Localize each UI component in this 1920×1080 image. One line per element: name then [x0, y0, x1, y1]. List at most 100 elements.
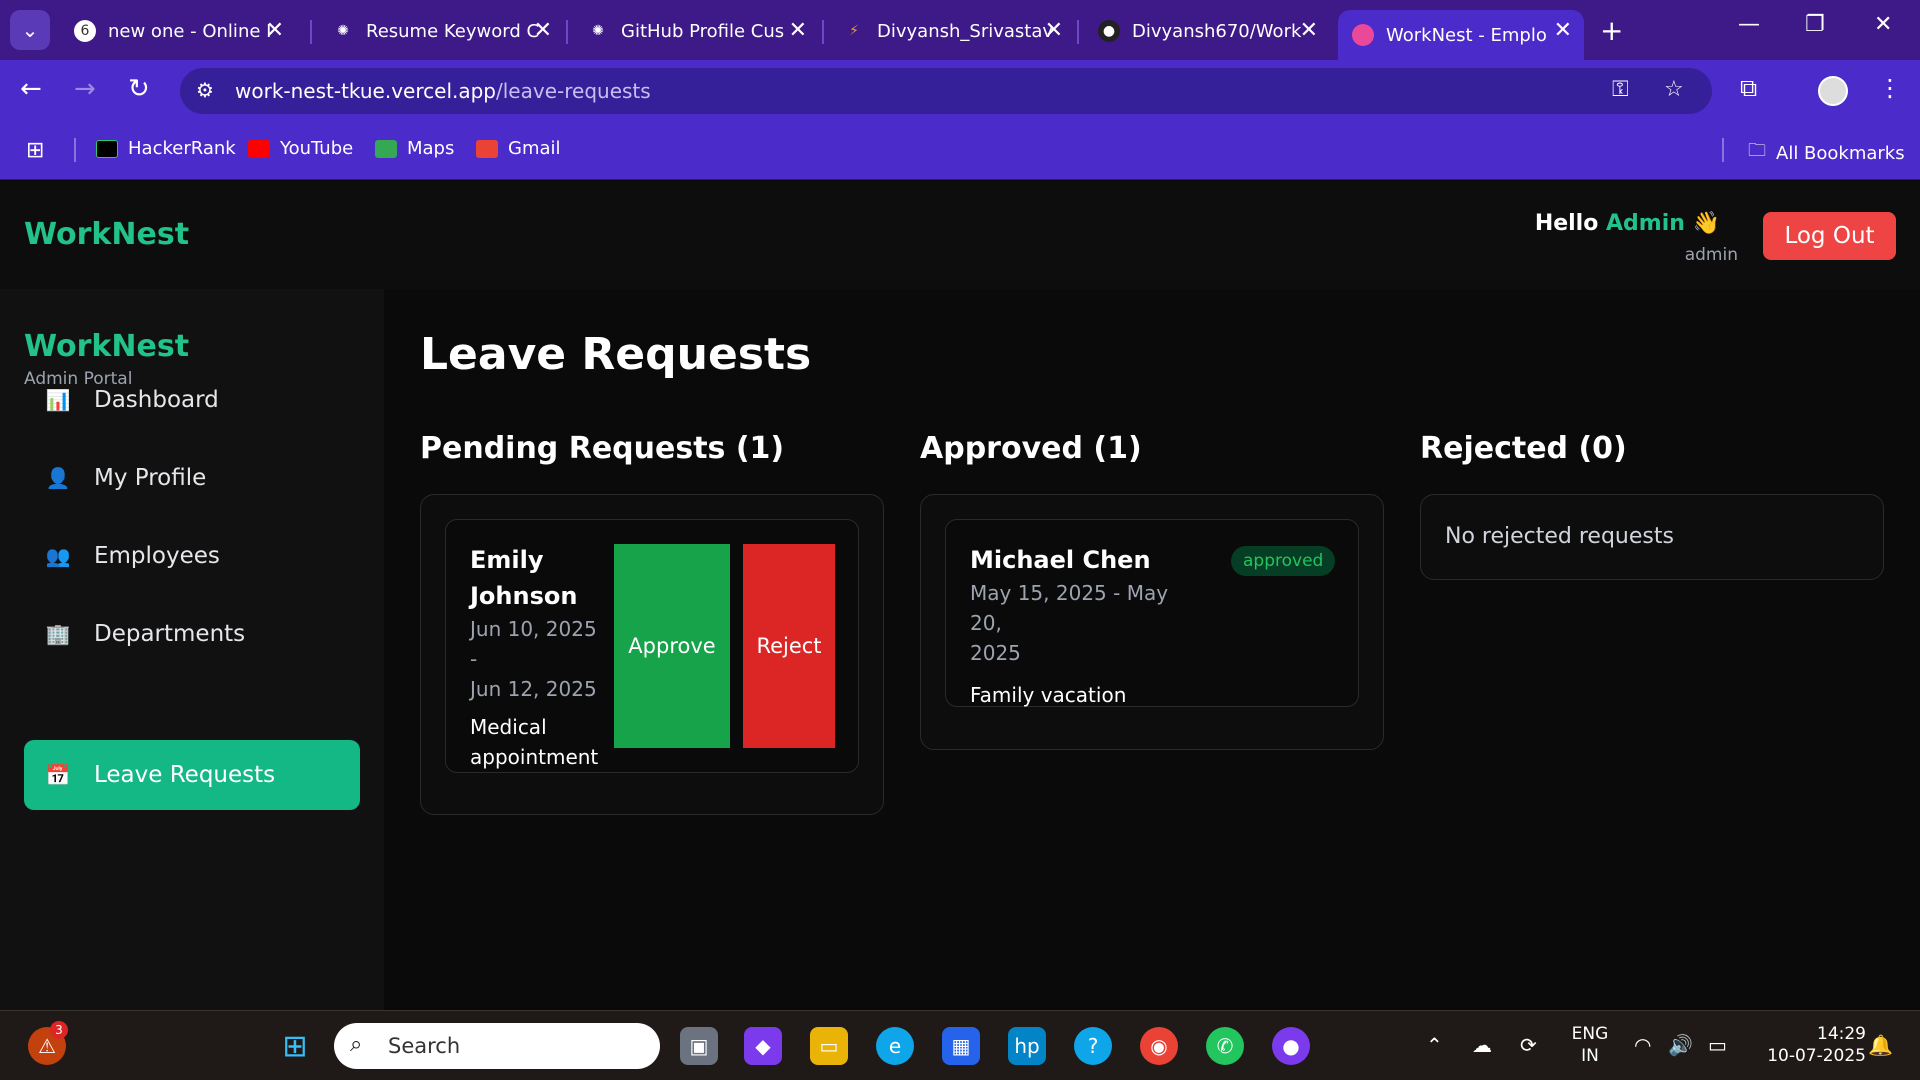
url-text[interactable]: work-nest-tkue.vercel.app/leave-requests [235, 79, 651, 103]
person-icon: 👤 [45, 466, 71, 490]
greeting-prefix: Hello [1534, 211, 1599, 236]
leave-reason: Medical [470, 715, 547, 739]
approve-button[interactable]: Approve [614, 544, 730, 748]
rejected-column-title: Rejected (0) [1420, 431, 1627, 466]
chevron-down-icon: ⌄ [21, 18, 39, 42]
volume-icon[interactable]: 🔊 [1668, 1033, 1693, 1057]
github-desktop-icon[interactable]: ● [1272, 1027, 1310, 1065]
file-explorer-icon[interactable]: ▭ [810, 1027, 848, 1065]
leave-dates: Jun 12, 2025 [470, 677, 597, 701]
close-icon[interactable]: ✕ [789, 18, 807, 43]
bookmark-label: Gmail [508, 138, 561, 159]
app-header: WorkNest Hello Admin 👋 admin Log Out [0, 181, 1920, 289]
clock-time: 14:29 [1817, 1024, 1866, 1044]
tab-1[interactable]: 6 new one - Online I ✕ [60, 10, 296, 52]
rejected-panel: No rejected requests [1420, 494, 1884, 580]
wifi-icon[interactable]: ◠ [1634, 1033, 1651, 1057]
close-icon[interactable]: ✕ [1300, 18, 1318, 43]
sidebar-item-leave-requests[interactable]: 📅 Leave Requests [24, 740, 360, 810]
close-icon[interactable]: ✕ [534, 18, 552, 43]
worknest-favicon-icon [1352, 24, 1374, 46]
help-icon[interactable]: ? [1074, 1027, 1112, 1065]
bookmark-star-icon[interactable]: ☆ [1664, 77, 1684, 102]
forward-arrow-icon[interactable]: → [74, 74, 96, 104]
tray-chevron-up-icon[interactable]: ⌃ [1426, 1033, 1443, 1057]
tab-4[interactable]: ⚡ Divyansh_Srivastav ✕ [829, 10, 1075, 52]
bookmark-label: YouTube [280, 138, 354, 159]
logout-button[interactable]: Log Out [1763, 212, 1896, 260]
whatsapp-icon[interactable]: ✆ [1206, 1027, 1244, 1065]
people-icon: 👥 [45, 544, 71, 568]
search-placeholder: Search [388, 1034, 461, 1058]
myhp-icon[interactable]: hp [1008, 1027, 1046, 1065]
bookmark-label: Maps [407, 138, 455, 159]
sidebar-item-dashboard[interactable]: 📊 Dashboard [24, 365, 360, 435]
bookmark-hackerrank[interactable]: HackerRank [96, 138, 236, 159]
notification-bell-icon[interactable]: 🔔 [1868, 1033, 1893, 1057]
site-info-icon[interactable]: ⚙ [196, 78, 214, 102]
all-bookmarks-button[interactable]: 🗀 All Bookmarks [1748, 138, 1905, 168]
more-menu-icon[interactable]: ⋮ [1878, 74, 1902, 102]
close-icon[interactable]: ✕ [266, 18, 284, 43]
reject-button[interactable]: Reject [743, 544, 835, 748]
close-icon[interactable]: ✕ [1045, 18, 1063, 43]
copilot-icon[interactable]: ◆ [744, 1027, 782, 1065]
back-arrow-icon[interactable]: ← [20, 74, 42, 104]
language-indicator[interactable]: ENG IN [1566, 1023, 1614, 1067]
wave-icon: 👋 [1692, 211, 1720, 236]
clock[interactable]: 14:29 10-07-2025 [1756, 1023, 1866, 1067]
chrome-icon[interactable]: ◉ [1140, 1027, 1178, 1065]
window-close-icon[interactable]: ✕ [1874, 12, 1892, 37]
password-key-icon[interactable]: ⚿ [1612, 77, 1629, 102]
app-logo[interactable]: WorkNest [24, 217, 189, 252]
restore-icon[interactable]: ❐ [1805, 12, 1825, 37]
all-bookmarks-label: All Bookmarks [1776, 142, 1905, 164]
bookmark-youtube[interactable]: YouTube [248, 138, 353, 159]
leave-dates: Jun 10, 2025 - [470, 617, 597, 671]
bookmarks-bar: ⊞ HackerRank YouTube Maps Gmail 🗀 All Boo… [0, 120, 1920, 180]
request-details: Michael Chen May 15, 2025 - May 20, 2025… [970, 542, 1200, 710]
tab-6-active[interactable]: WorkNest - Emplo ✕ [1338, 10, 1584, 60]
new-tab-button[interactable]: + [1600, 14, 1623, 47]
pending-request-card: Emily Johnson Jun 10, 2025 - Jun 12, 202… [445, 519, 859, 773]
bookmark-gmail[interactable]: Gmail [476, 138, 561, 159]
tab-search-button[interactable]: ⌄ [10, 10, 50, 50]
minimize-icon[interactable]: — [1738, 12, 1760, 37]
battery-icon[interactable]: ▭ [1708, 1033, 1727, 1057]
address-bar[interactable]: ⚙ work-nest-tkue.vercel.app/leave-reques… [180, 68, 1712, 114]
profile-avatar[interactable] [1818, 76, 1848, 106]
approved-column-title: Approved (1) [920, 431, 1142, 466]
tab-5[interactable]: ● Divyansh670/Work ✕ [1084, 10, 1330, 52]
edge-icon[interactable]: e [876, 1027, 914, 1065]
extensions-icon[interactable]: ⧉ [1740, 74, 1757, 102]
apps-grid-icon[interactable]: ⊞ [26, 138, 44, 163]
tab-2[interactable]: ✺ Resume Keyword C ✕ [318, 10, 564, 52]
user-role: admin [1684, 245, 1738, 265]
sidebar-item-my-profile[interactable]: 👤 My Profile [24, 443, 360, 513]
region-code: IN [1581, 1046, 1599, 1066]
taskbar-search[interactable]: ⌕ Search [334, 1023, 660, 1069]
sidebar-item-departments[interactable]: 🏢 Departments [24, 599, 360, 669]
tab-divider [822, 20, 824, 44]
youtube-icon [248, 139, 270, 158]
cloud-icon[interactable]: ☁ [1472, 1033, 1492, 1057]
bookmark-maps[interactable]: Maps [375, 138, 454, 159]
empty-state-text: No rejected requests [1445, 524, 1674, 549]
leave-reason: Family vacation [970, 683, 1127, 707]
pending-column-title: Pending Requests (1) [420, 431, 785, 466]
calendar-icon: 📅 [45, 763, 71, 787]
task-view-icon[interactable]: ▣ [680, 1027, 718, 1065]
chart-icon: 📊 [45, 388, 71, 412]
reload-icon[interactable]: ↻ [128, 74, 150, 104]
tab-3[interactable]: ✺ GitHub Profile Cus ✕ [573, 10, 819, 52]
greeting-user: Admin [1606, 211, 1685, 236]
sync-icon[interactable]: ⟳ [1520, 1033, 1537, 1057]
request-details: Emily Johnson Jun 10, 2025 - Jun 12, 202… [470, 542, 610, 772]
approved-request-card: Michael Chen May 15, 2025 - May 20, 2025… [945, 519, 1359, 707]
maps-icon [375, 139, 397, 158]
sidebar-item-employees[interactable]: 👥 Employees [24, 521, 360, 591]
windows-start-icon[interactable]: ⊞ [276, 1027, 314, 1065]
close-icon[interactable]: ✕ [1554, 18, 1572, 43]
store-icon[interactable]: ▦ [942, 1027, 980, 1065]
leave-dates: May 15, 2025 - May 20, [970, 581, 1169, 635]
